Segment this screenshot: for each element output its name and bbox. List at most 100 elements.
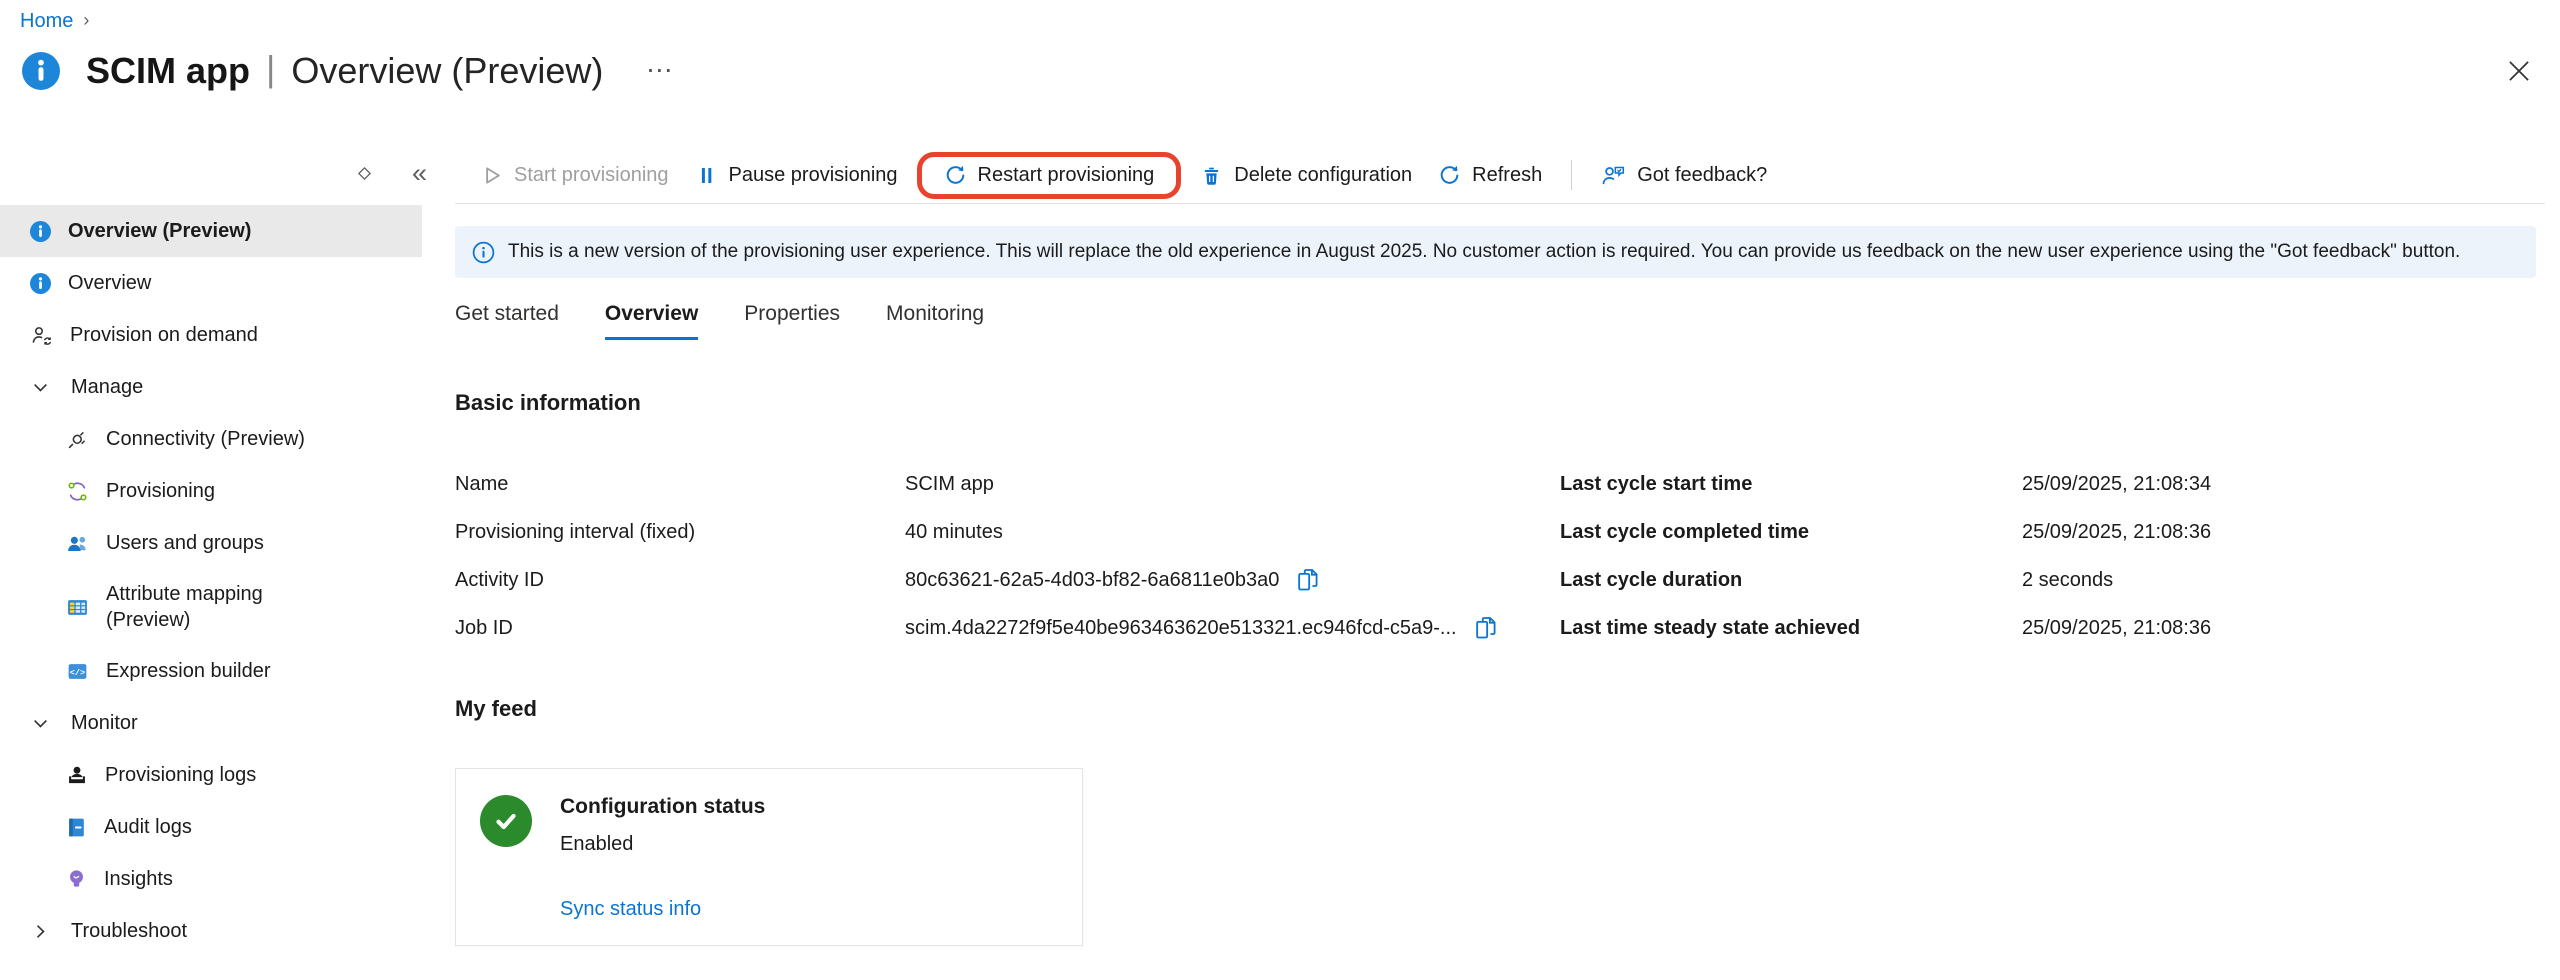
sidebar-section-label: Manage bbox=[71, 376, 143, 399]
pause-provisioning-button[interactable]: Pause provisioning bbox=[682, 164, 911, 187]
sidebar-section-troubleshoot[interactable]: Troubleshoot bbox=[0, 905, 422, 957]
sidebar-item-connectivity-preview[interactable]: Connectivity (Preview) bbox=[0, 413, 422, 465]
sidebar-item-label: Connectivity (Preview) bbox=[106, 428, 305, 451]
tab-properties[interactable]: Properties bbox=[744, 302, 840, 340]
button-label: Restart provisioning bbox=[978, 164, 1155, 187]
info-label: Provisioning interval (fixed) bbox=[455, 508, 905, 556]
sidebar-section-label: Monitor bbox=[71, 712, 138, 735]
collapse-menu-button[interactable]: « bbox=[412, 160, 427, 187]
sidebar-item-overview-preview[interactable]: Overview (Preview) bbox=[0, 205, 422, 257]
people-icon bbox=[66, 533, 89, 554]
sidebar-section-monitor[interactable]: Monitor bbox=[0, 697, 422, 749]
more-options-icon[interactable]: … bbox=[645, 47, 675, 79]
sidebar-item-overview[interactable]: Overview bbox=[0, 257, 422, 309]
sidebar-section-label: Troubleshoot bbox=[71, 920, 187, 943]
delete-configuration-button[interactable]: Delete configuration bbox=[1187, 164, 1425, 187]
info-label: Last cycle start time bbox=[1560, 460, 2022, 508]
sidebar-item-label: Expression builder bbox=[106, 660, 271, 683]
info-value: 25/09/2025, 21:08:36 bbox=[2022, 604, 2560, 652]
configuration-status-card: Configuration status Enabled Sync status… bbox=[455, 768, 1083, 946]
chevron-right-icon bbox=[32, 923, 49, 940]
sidebar-item-label: Provision on demand bbox=[70, 324, 258, 347]
resize-handle-icon[interactable] bbox=[357, 166, 372, 184]
info-circle-icon bbox=[30, 273, 51, 294]
info-value: SCIM app bbox=[905, 460, 1560, 508]
info-label: Name bbox=[455, 460, 905, 508]
sidebar-item-audit-logs[interactable]: Audit logs bbox=[0, 801, 422, 853]
breadcrumb-home-link[interactable]: Home bbox=[20, 10, 73, 33]
plug-icon bbox=[66, 428, 89, 451]
info-circle-icon bbox=[30, 221, 51, 242]
blade-content: This is a new version of the provisionin… bbox=[455, 204, 2560, 946]
sidebar-section-manage[interactable]: Manage bbox=[0, 361, 422, 413]
person-log-icon bbox=[66, 764, 88, 786]
command-bar-buttons: Start provisioning Pause provisioning Re… bbox=[467, 152, 1780, 199]
sidebar-item-label: Insights bbox=[104, 868, 173, 891]
got-feedback-button[interactable]: Got feedback? bbox=[1588, 164, 1780, 187]
start-provisioning-button[interactable]: Start provisioning bbox=[467, 164, 682, 187]
sidebar-item-label: Provisioning bbox=[106, 480, 215, 503]
person-sync-icon bbox=[30, 325, 53, 346]
breadcrumb: Home › bbox=[20, 10, 89, 33]
toolbar-divider bbox=[1571, 160, 1572, 190]
banner-text: This is a new version of the provisionin… bbox=[508, 241, 2460, 263]
info-outline-icon bbox=[472, 241, 495, 264]
menu-controls: « bbox=[0, 162, 455, 189]
blade-menu: Overview (Preview) Overview Provision on… bbox=[0, 205, 430, 957]
copy-icon bbox=[1473, 615, 1499, 641]
copy-job-id-button[interactable] bbox=[1473, 615, 1499, 641]
sidebar-item-users-and-groups[interactable]: Users and groups bbox=[0, 517, 422, 569]
button-label: Delete configuration bbox=[1234, 164, 1412, 187]
info-label: Last time steady state achieved bbox=[1560, 604, 2022, 652]
activity-id-value: 80c63621-62a5-4d03-bf82-6a6811e0b3a0 bbox=[905, 569, 1279, 592]
blade-title: Overview (Preview) bbox=[291, 50, 603, 92]
my-feed-heading: My feed bbox=[455, 696, 2560, 722]
page-header: SCIM app | Overview (Preview) … bbox=[22, 50, 675, 92]
sidebar-item-label: Overview bbox=[68, 272, 151, 295]
tab-bar: Get started Overview Properties Monitori… bbox=[455, 302, 2560, 340]
card-title: Configuration status bbox=[560, 795, 765, 819]
sidebar-item-provisioning-logs[interactable]: Provisioning logs bbox=[0, 749, 422, 801]
close-blade-button[interactable] bbox=[2506, 58, 2532, 84]
restart-icon bbox=[944, 164, 967, 187]
button-label: Start provisioning bbox=[514, 164, 669, 187]
feedback-icon bbox=[1601, 164, 1626, 187]
refresh-button[interactable]: Refresh bbox=[1425, 164, 1555, 187]
sidebar-item-label: Overview (Preview) bbox=[68, 220, 251, 243]
button-label: Refresh bbox=[1472, 164, 1542, 187]
job-id-value: scim.4da2272f9f5e40be963463620e513321.ec… bbox=[905, 617, 1457, 640]
sidebar-item-provisioning[interactable]: Provisioning bbox=[0, 465, 422, 517]
sidebar-item-provision-on-demand[interactable]: Provision on demand bbox=[0, 309, 422, 361]
button-label: Pause provisioning bbox=[729, 164, 898, 187]
close-icon bbox=[2506, 58, 2532, 84]
info-label: Last cycle completed time bbox=[1560, 508, 2022, 556]
sidebar-item-expression-builder[interactable]: </> Expression builder bbox=[0, 645, 422, 697]
basic-information-grid: Name SCIM app Last cycle start time 25/0… bbox=[455, 460, 2560, 652]
app-name: SCIM app bbox=[86, 50, 250, 92]
title-separator: | bbox=[266, 48, 275, 90]
code-icon: </> bbox=[66, 660, 89, 683]
provisioning-sync-icon bbox=[66, 480, 89, 503]
chevron-down-icon bbox=[32, 379, 49, 396]
tab-get-started[interactable]: Get started bbox=[455, 302, 559, 340]
pause-icon bbox=[695, 164, 718, 187]
info-value: 80c63621-62a5-4d03-bf82-6a6811e0b3a0 bbox=[905, 556, 1560, 604]
restart-provisioning-button[interactable]: Restart provisioning bbox=[931, 164, 1168, 187]
table-icon bbox=[66, 596, 89, 619]
tab-overview[interactable]: Overview bbox=[605, 302, 698, 340]
notebook-icon bbox=[66, 816, 87, 839]
sidebar-item-label: Provisioning logs bbox=[105, 764, 256, 787]
tab-monitoring[interactable]: Monitoring bbox=[886, 302, 984, 340]
info-value: 40 minutes bbox=[905, 508, 1560, 556]
info-label: Activity ID bbox=[455, 556, 905, 604]
sidebar-item-label: Users and groups bbox=[106, 532, 264, 555]
command-bar: « Start provisioning Pause provisioning … bbox=[0, 148, 2560, 202]
play-icon bbox=[480, 164, 503, 187]
status-success-icon bbox=[480, 795, 532, 847]
chevron-down-icon bbox=[32, 715, 49, 732]
sidebar-item-attribute-mapping-preview[interactable]: Attribute mapping(Preview) bbox=[0, 569, 422, 645]
sidebar-item-insights[interactable]: Insights bbox=[0, 853, 422, 905]
copy-activity-id-button[interactable] bbox=[1295, 567, 1321, 593]
sync-status-info-link[interactable]: Sync status info bbox=[560, 898, 701, 921]
lightbulb-icon bbox=[66, 868, 87, 891]
